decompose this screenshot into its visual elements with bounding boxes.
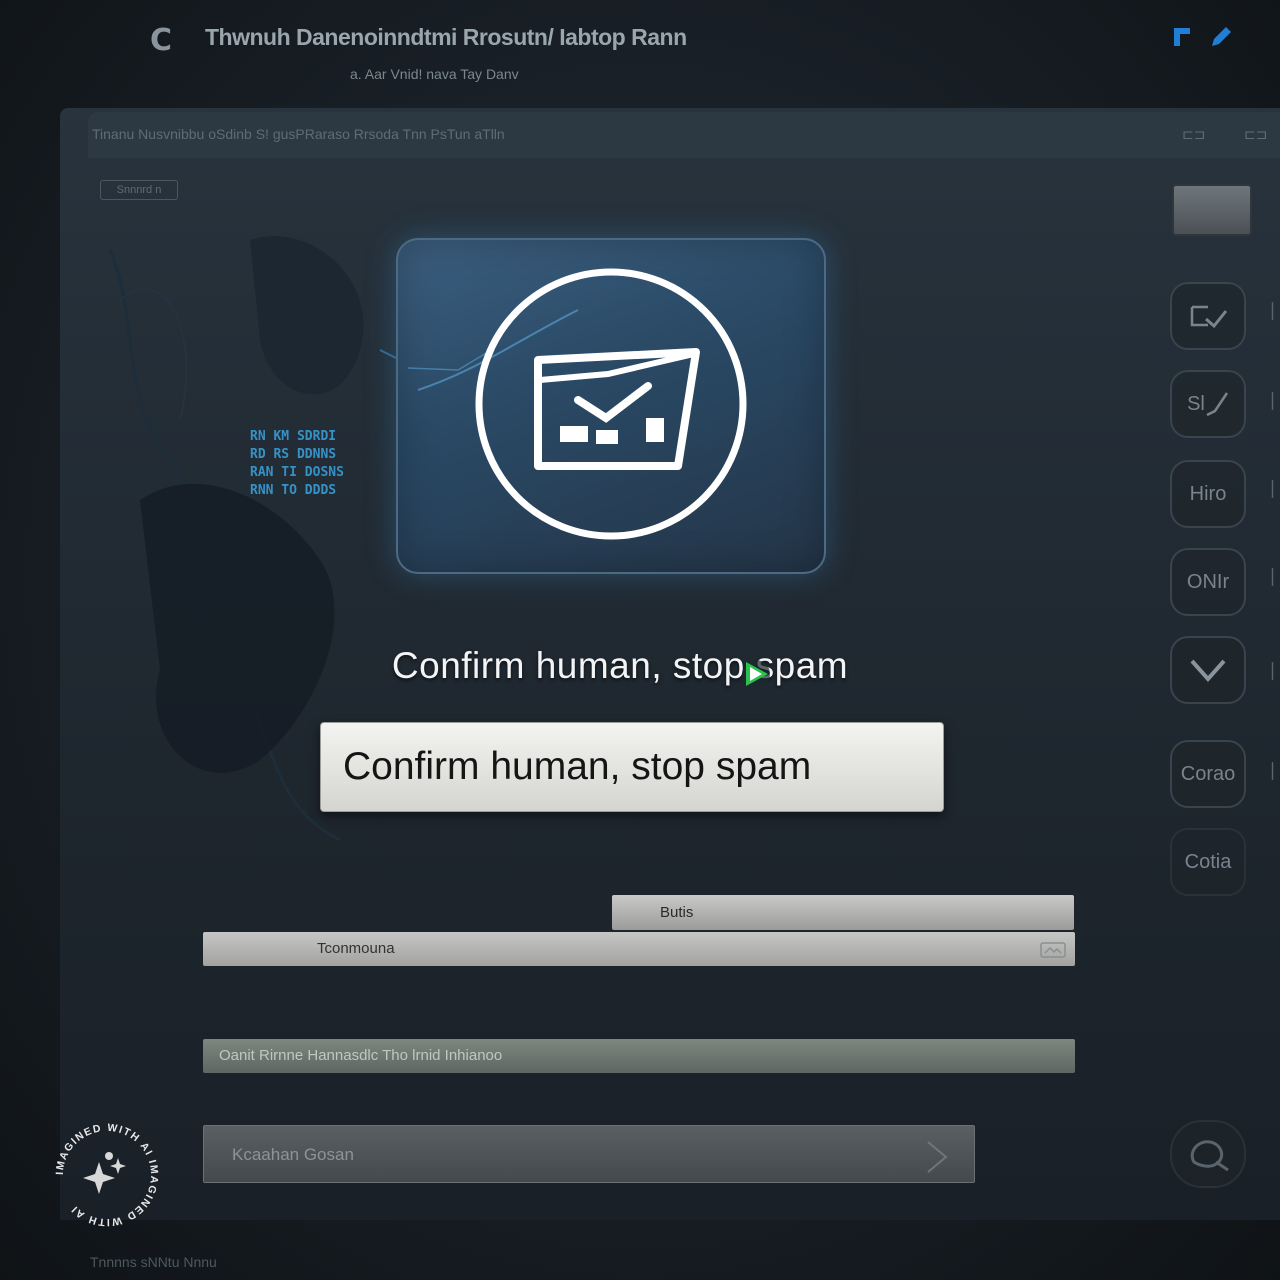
tag-chip[interactable]: Snnnrd n — [100, 180, 178, 200]
sidebar-item-cotia[interactable]: Cotia — [1170, 828, 1246, 896]
sidebar-item-corao[interactable]: Corao — [1170, 740, 1246, 808]
sidebar-item-label: Hiro — [1189, 482, 1227, 505]
edge-marker: ∣ — [1268, 478, 1277, 498]
field-long[interactable]: Tconmouna — [203, 932, 1075, 966]
sidebar-item-hiro[interactable]: Hiro — [1170, 460, 1246, 528]
app-title: Thwnuh Danenoinndtmi Rrosutn/ Iabtop Ran… — [205, 24, 687, 50]
field-icon[interactable] — [1040, 942, 1066, 958]
sidebar-chevron-button[interactable] — [1170, 636, 1246, 704]
checkmark-circle-icon — [1190, 305, 1228, 329]
chevron-down-icon — [1190, 659, 1226, 683]
submit-input[interactable]: Kcaahan Gosan — [203, 1125, 975, 1183]
hero-card — [396, 238, 826, 574]
top-bar: C Thwnuh Danenoinndtmi Rrosutn/ Iabtop R… — [0, 0, 1280, 100]
flag-icon[interactable] — [1170, 24, 1196, 50]
sidebar-item-label: Sl — [1187, 392, 1205, 415]
svg-text:IMAGINED WITH AI IMAGINED WITH: IMAGINED WITH AI IMAGINED WITH AI — [54, 1122, 160, 1228]
email-check-icon — [407, 268, 747, 540]
edge-marker: ∣ — [1268, 566, 1277, 586]
maximize-icon[interactable]: ⊏⊐ — [1244, 126, 1267, 143]
field-description[interactable]: Oanit Rirnne Hannasdlc Tho lrnid Inhiano… — [203, 1039, 1075, 1073]
sidebar-item-label: Corao — [1180, 762, 1236, 785]
edge-marker: ∣ — [1268, 760, 1277, 780]
field-short[interactable]: Butis — [612, 895, 1074, 930]
sidebar-item-label: ONIr — [1186, 570, 1230, 593]
app-subtitle: a. Aar Vnid! nava Tay Danv — [350, 66, 519, 82]
sidebar-checkmark-button[interactable] — [1170, 282, 1246, 350]
confirm-human-button[interactable]: Confirm human, stop spam — [320, 722, 944, 812]
sidebar-chart-button[interactable]: Sl — [1170, 370, 1246, 438]
edge-marker: ∣ — [1268, 390, 1277, 410]
background-glyphs: RN KM SDRDI RD RS DDNNS RAN TI DOSNS RNN… — [250, 429, 344, 498]
chart-icon — [1206, 392, 1228, 417]
sidebar-item-onir[interactable]: ONIr — [1170, 548, 1246, 616]
panel-header-text: Tinanu Nusvnibbu oSdinb S! gusPRaraso Rr… — [92, 126, 505, 142]
app-logo-icon: C — [150, 23, 173, 58]
sidebar-item-label: Cotia — [1184, 850, 1232, 873]
cursor-icon — [742, 660, 770, 688]
footer-text: Tnnnns sNNtu Nnnu — [90, 1254, 217, 1270]
edge-marker: ∣ — [1268, 300, 1277, 320]
imagined-with-ai-badge: IMAGINED WITH AI IMAGINED WITH AI — [54, 1122, 160, 1228]
edge-marker: ∣ — [1268, 660, 1277, 680]
chevron-right-icon[interactable] — [924, 1140, 950, 1174]
sidebar-chat-button[interactable] — [1170, 1120, 1246, 1188]
captcha-heading: Confirm human, stop spam — [391, 645, 849, 686]
chat-icon — [1190, 1140, 1229, 1172]
window-thumbnail-icon[interactable] — [1172, 184, 1252, 236]
pencil-icon[interactable] — [1208, 24, 1234, 50]
sparkle-icon — [83, 1152, 126, 1194]
minimize-icon[interactable]: ⊏⊐ — [1182, 126, 1205, 143]
